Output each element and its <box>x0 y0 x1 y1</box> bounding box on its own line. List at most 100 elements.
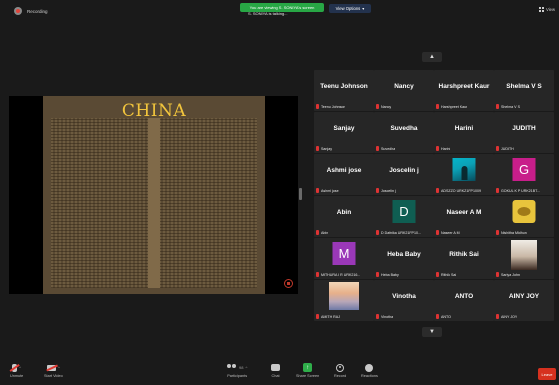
participant-tile[interactable]: Shelma V S Shelma V S <box>494 70 554 111</box>
participant-name: Suvedha <box>390 125 418 132</box>
leave-label: Leave <box>541 371 553 377</box>
participant-name: Vinotha <box>392 293 416 300</box>
participant-tile[interactable]: AMITH RAJ <box>314 280 374 321</box>
chevron-up-icon[interactable]: ^ <box>245 365 247 370</box>
reactions-icon <box>365 363 374 372</box>
participant-tile[interactable]: M MITHURA I R URK216... <box>314 238 374 279</box>
participant-name: Sanjay <box>333 125 355 132</box>
muted-mic-icon <box>376 230 379 235</box>
participant-tile[interactable]: JUDITH JUDITH <box>494 112 554 153</box>
muted-mic-icon <box>436 104 439 109</box>
participant-label: Teenu Johnson <box>316 104 345 109</box>
participant-tile[interactable]: Joscelin j Joscelin j <box>374 154 434 195</box>
chat-icon <box>271 364 280 371</box>
shared-slide: CHINA <box>43 96 265 294</box>
muted-mic-icon <box>316 146 319 151</box>
participant-label-text: Heba Baby <box>381 272 399 277</box>
active-speaker-text: S. SONIYA is talking... <box>248 11 288 16</box>
slide-title: CHINA <box>121 101 187 121</box>
recording-indicator[interactable]: Recording <box>14 7 48 15</box>
participant-tile[interactable]: Nancy Nancy <box>374 70 434 111</box>
profile-photo <box>511 240 537 270</box>
participant-tile[interactable]: Sariya John <box>494 238 554 279</box>
start-video-button[interactable]: ^ Start Video <box>44 363 63 378</box>
video-off-icon <box>46 364 56 371</box>
profile-photo <box>452 158 476 181</box>
view-button[interactable]: View <box>538 7 555 12</box>
participant-tile[interactable]: Naseer A M Naseer A M <box>434 196 494 237</box>
gallery-scroll-up-button[interactable]: ▲ <box>422 52 442 62</box>
participant-tile[interactable]: G GOKUL K P URK21BT... <box>494 154 554 195</box>
muted-mic-icon <box>436 188 439 193</box>
participant-name: AINY JOY <box>508 293 540 300</box>
participants-button[interactable]: 98 ^ Participants <box>227 363 247 378</box>
participant-name: Shelma V S <box>506 83 542 90</box>
panel-splitter-handle[interactable] <box>299 188 302 200</box>
chevron-up-icon[interactable]: ^ <box>19 365 21 370</box>
participant-tile[interactable]: ADSZZO URKZ1FP1009 <box>434 154 494 195</box>
chevron-down-icon: ▼ <box>429 329 435 335</box>
participant-label-text: ANTO <box>441 314 451 319</box>
participants-label: Participants <box>227 374 248 378</box>
participant-label: Vinotha <box>376 314 393 319</box>
participant-name: JUDITH <box>512 125 536 132</box>
participant-label-text: AMITH RAJ <box>321 314 340 319</box>
chevron-up-icon[interactable]: ^ <box>58 365 60 370</box>
participant-label-text: Abin <box>321 230 329 235</box>
muted-mic-icon <box>496 272 499 277</box>
avatar: G <box>512 158 536 181</box>
participant-label: Heba Baby <box>376 272 399 277</box>
participant-tile[interactable]: Nishitha Midhun <box>494 196 554 237</box>
record-icon <box>14 7 22 15</box>
participant-tile[interactable]: AINY JOY AINY JOY <box>494 280 554 321</box>
participant-tile[interactable]: Suvedha Suvedha <box>374 112 434 153</box>
participant-tile[interactable]: Sanjay Sanjay <box>314 112 374 153</box>
muted-mic-icon <box>496 104 499 109</box>
participant-name: Joscelin j <box>389 167 419 174</box>
scroll-center-column <box>148 118 160 288</box>
participant-label: AMITH RAJ <box>316 314 340 319</box>
participant-tile[interactable]: D D Dafnika URK21FP10... <box>374 196 434 237</box>
participant-tile[interactable]: Harini Harini <box>434 112 494 153</box>
participant-label-text: Harini <box>441 146 451 151</box>
avatar: D <box>392 200 416 223</box>
participant-tile[interactable]: ANTO ANTO <box>434 280 494 321</box>
unmute-button[interactable]: ^ Unmute <box>10 363 23 378</box>
participant-name: Ashmi jose <box>326 167 362 174</box>
view-options-button[interactable]: View Options ▾ <box>329 4 371 13</box>
participant-label-text: Ashmi jose <box>321 188 339 193</box>
share-screen-icon: ↑ <box>303 363 313 372</box>
leave-button[interactable]: Leave <box>538 368 556 380</box>
participant-tile[interactable]: Harshpreet Kaur Harshpreet Kaur <box>434 70 494 111</box>
participant-tile[interactable]: Rithik Sai Rithik Sai <box>434 238 494 279</box>
record-label: Record <box>334 374 347 378</box>
shared-screen-panel: CHINA <box>9 96 298 294</box>
participants-icon <box>227 364 237 371</box>
participant-name: Teenu Johnson <box>320 83 368 90</box>
participant-tile[interactable]: Abin Abin <box>314 196 374 237</box>
record-icon <box>336 363 345 372</box>
participant-label: ANTO <box>436 314 451 319</box>
participant-name: Heba Baby <box>387 251 421 258</box>
muted-mic-icon <box>496 314 499 319</box>
stop-share-icon[interactable] <box>284 279 293 288</box>
muted-mic-icon <box>496 146 499 151</box>
record-button[interactable]: Record <box>334 363 346 378</box>
participant-label: Sariya John <box>496 272 520 277</box>
participant-label-text: Teenu Johnson <box>321 104 346 109</box>
participant-label: Shelma V S <box>496 104 520 109</box>
chat-button[interactable]: Chat <box>271 363 280 378</box>
participant-label: Rithik Sai <box>436 272 456 277</box>
participant-tile[interactable]: Ashmi jose Ashmi jose <box>314 154 374 195</box>
participant-tile[interactable]: Heba Baby Heba Baby <box>374 238 434 279</box>
participant-tile[interactable]: Teenu Johnson Teenu Johnson <box>314 70 374 111</box>
share-screen-button[interactable]: ↑ Share Screen <box>296 363 319 378</box>
participant-label-text: Shelma V S <box>501 104 520 109</box>
share-banner-text: You are viewing S. SONIYA's screen <box>249 5 315 10</box>
participant-label-text: Harshpreet Kaur <box>441 104 468 109</box>
participant-tile[interactable]: Vinotha Vinotha <box>374 280 434 321</box>
participant-label-text: Sariya John <box>501 272 520 277</box>
reactions-button[interactable]: Reactions <box>361 363 378 378</box>
gallery-scroll-down-button[interactable]: ▼ <box>422 327 442 337</box>
participant-label: JUDITH <box>496 146 514 151</box>
